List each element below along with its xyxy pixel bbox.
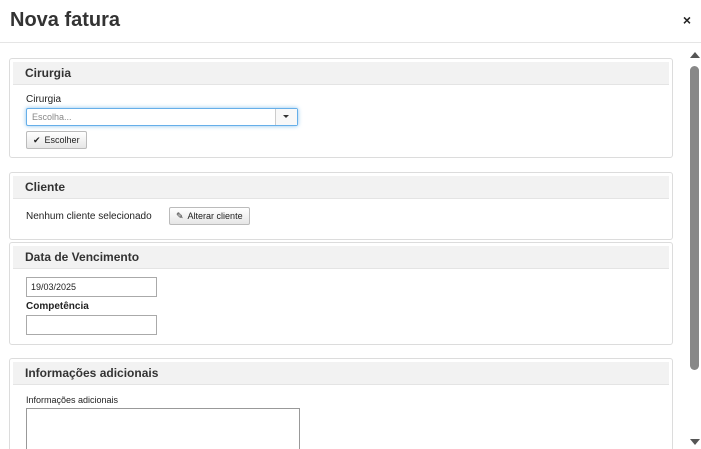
cirurgia-section: Cirurgia Cirurgia Escolha... ✔ Escolher — [9, 58, 673, 158]
vencimento-section: Data de Vencimento Competência — [9, 242, 673, 345]
scroll-down-icon[interactable] — [690, 439, 700, 445]
pencil-icon: ✎ — [176, 211, 184, 221]
info-legend: Informações adicionais — [13, 362, 669, 385]
info-field-label: Informações adicionais — [26, 395, 119, 405]
cliente-status-text: Nenhum cliente selecionado — [26, 211, 152, 222]
modal-title: Nova fatura — [10, 9, 121, 31]
cirurgia-select[interactable]: Escolha... — [26, 108, 298, 126]
scroll-thumb[interactable] — [690, 66, 699, 370]
vencimento-date-input[interactable] — [26, 277, 157, 297]
vertical-scrollbar[interactable] — [688, 44, 701, 449]
escolher-button[interactable]: ✔ Escolher — [26, 131, 87, 149]
chevron-down-icon — [283, 115, 289, 118]
modal-body: Cirurgia Cirurgia Escolha... ✔ Escolher C… — [0, 44, 686, 449]
cliente-legend: Cliente — [13, 176, 669, 199]
competencia-label: Competência — [26, 301, 89, 312]
cirurgia-select-toggle[interactable] — [275, 109, 297, 125]
close-icon[interactable]: × — [683, 12, 691, 28]
cirurgia-select-placeholder: Escolha... — [32, 112, 72, 122]
check-icon: ✔ — [33, 135, 41, 145]
cirurgia-field-label: Cirurgia — [26, 94, 62, 105]
cirurgia-legend: Cirurgia — [13, 62, 669, 85]
alterar-cliente-button-label: Alterar cliente — [187, 211, 243, 221]
scroll-up-icon[interactable] — [690, 52, 700, 58]
alterar-cliente-button[interactable]: ✎ Alterar cliente — [169, 207, 250, 225]
escolher-button-label: Escolher — [44, 135, 80, 145]
competencia-input[interactable] — [26, 315, 157, 335]
info-section: Informações adicionais Informações adici… — [9, 358, 673, 449]
vencimento-legend: Data de Vencimento — [13, 246, 669, 269]
cliente-section: Cliente Nenhum cliente selecionado ✎ Alte… — [9, 172, 673, 240]
modal-header: Nova fatura × — [0, 0, 701, 43]
info-textarea[interactable] — [26, 408, 300, 449]
